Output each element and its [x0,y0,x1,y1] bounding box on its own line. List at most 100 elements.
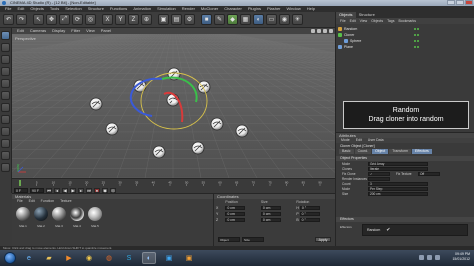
close-button[interactable] [465,0,473,5]
om-menu-edit[interactable]: Edit [348,18,358,24]
materials-menu-function[interactable]: Function [38,199,57,204]
photoshop-icon[interactable]: ▣ [162,252,176,264]
flag-icon[interactable] [435,255,440,260]
polygons-mode-icon[interactable] [1,103,10,112]
axis-mode-icon[interactable] [1,115,10,124]
visibility-dots[interactable] [414,46,419,48]
nurbs-icon[interactable]: ◆ [227,14,238,25]
pan-icon[interactable] [311,29,315,33]
fix-clone-checkbox[interactable]: ✓ [368,171,390,176]
materials-menu-texture[interactable]: Texture [57,199,74,204]
visibility-dots[interactable] [414,40,419,42]
solo-icon[interactable] [1,163,10,172]
render-picture-viewer-icon[interactable]: ▤ [171,14,182,25]
live-select-icon[interactable]: ↖ [33,14,44,25]
recent-tool-icon[interactable]: ◎ [85,14,96,25]
om-menu-bookmarks[interactable]: Bookmarks [396,18,418,24]
playhead[interactable] [19,180,21,186]
workplane-mode-icon[interactable] [1,67,10,76]
count-field[interactable]: 3 [368,181,428,186]
fix-texture-select[interactable]: Off [418,171,440,176]
tweak-mode-icon[interactable] [1,127,10,136]
tab-basic[interactable]: Basic [339,149,354,154]
om-menu-objects[interactable]: Objects [369,18,385,24]
x-axis-lock-icon[interactable]: X [102,14,113,25]
points-mode-icon[interactable] [1,79,10,88]
internet-explorer-icon[interactable]: e [22,252,36,264]
firefox-icon[interactable]: ◍ [102,252,116,264]
deformer-icon[interactable]: ◐ [253,14,264,25]
position-y-field[interactable]: 0 cm [225,212,246,216]
coordinate-system-icon[interactable]: ⊕ [141,14,152,25]
make-editable-icon[interactable] [1,31,10,40]
workplane-icon[interactable] [1,151,10,160]
gizmo-center[interactable] [172,99,176,103]
size-y-field[interactable]: 0 cm [260,212,281,216]
array-icon[interactable]: ▦ [240,14,251,25]
y-axis-lock-icon[interactable]: Y [115,14,126,25]
clones-select[interactable]: Iterate [368,166,428,171]
network-icon[interactable] [419,255,424,260]
tab-effectors[interactable]: Effectors [412,149,432,154]
material-swatch[interactable] [52,207,66,221]
size-mode-select[interactable]: Size [242,237,264,242]
light-icon[interactable]: ☀ [292,14,303,25]
start-button[interactable] [4,252,16,264]
rotation-p-field[interactable]: 0 ° [299,212,320,216]
model-mode-icon[interactable] [1,43,10,52]
effector-item[interactable]: Random [367,228,380,232]
render-settings-icon[interactable]: ⚙ [184,14,195,25]
rotation-h-field[interactable]: 0 ° [299,206,320,210]
render-view-icon[interactable]: ▣ [158,14,169,25]
materials-menu-edit[interactable]: Edit [26,199,38,204]
effectors-list[interactable]: Random ✔ [362,224,468,236]
minimize-button[interactable] [447,0,455,5]
folder-icon[interactable]: ▰ [42,252,56,264]
cinema4d-taskbar-icon[interactable]: ◐ [142,252,156,264]
size-z-field[interactable]: 0 cm [260,218,281,222]
chrome-icon[interactable]: ◉ [82,252,96,264]
maximize-button[interactable] [456,0,464,5]
zoom-icon[interactable] [317,29,321,33]
material-swatch[interactable] [88,207,102,221]
viewport[interactable]: Edit Cameras Display Filter View Panel P… [12,28,335,178]
illustrator-icon[interactable]: ▣ [182,252,196,264]
om-menu-file[interactable]: File [338,18,348,24]
size-x-field[interactable]: 0 cm [260,206,281,210]
tab-object[interactable]: Object [372,149,389,154]
coordinate-mode-select[interactable]: Object [218,237,240,242]
viewport-scene[interactable] [12,34,335,178]
visibility-dots[interactable] [414,28,419,30]
edges-mode-icon[interactable] [1,91,10,100]
clock-date[interactable]: 15/01/2012 [452,257,470,262]
move-icon[interactable]: ✥ [46,14,57,25]
position-x-field[interactable]: 0 cm [225,206,246,210]
floor-icon[interactable]: ▭ [266,14,277,25]
apply-button[interactable]: Apply [315,237,331,242]
size-field[interactable]: 200 cm [368,191,428,196]
rotate-icon[interactable]: ⟳ [72,14,83,25]
material-swatch[interactable] [16,207,30,221]
media-player-icon[interactable]: ▶ [62,252,76,264]
mode-select[interactable]: Grid Array [368,161,428,166]
tab-coord[interactable]: Coord. [354,149,372,154]
render-instances-checkbox[interactable] [368,176,390,181]
step-mode-select[interactable]: Per Step [368,186,428,191]
effector-enabled-check-icon[interactable]: ✔ [386,227,390,233]
materials-menu-file[interactable]: File [14,199,26,204]
material-swatch[interactable] [70,207,84,221]
undo-icon[interactable]: ↶ [3,14,14,25]
cube-object-icon[interactable]: ■ [201,14,212,25]
skype-icon[interactable]: S [122,252,136,264]
maximize-view-icon[interactable] [329,29,333,33]
spline-pen-icon[interactable]: ✎ [214,14,225,25]
object-row-plane[interactable]: Plane [338,44,471,50]
snap-icon[interactable] [1,139,10,148]
texture-mode-icon[interactable] [1,55,10,64]
visibility-dots[interactable] [414,34,419,36]
orbit-icon[interactable] [323,29,327,33]
z-axis-lock-icon[interactable]: Z [128,14,139,25]
rotation-b-field[interactable]: 0 ° [299,218,320,222]
volume-icon[interactable] [427,255,432,260]
om-menu-tags[interactable]: Tags [385,18,396,24]
